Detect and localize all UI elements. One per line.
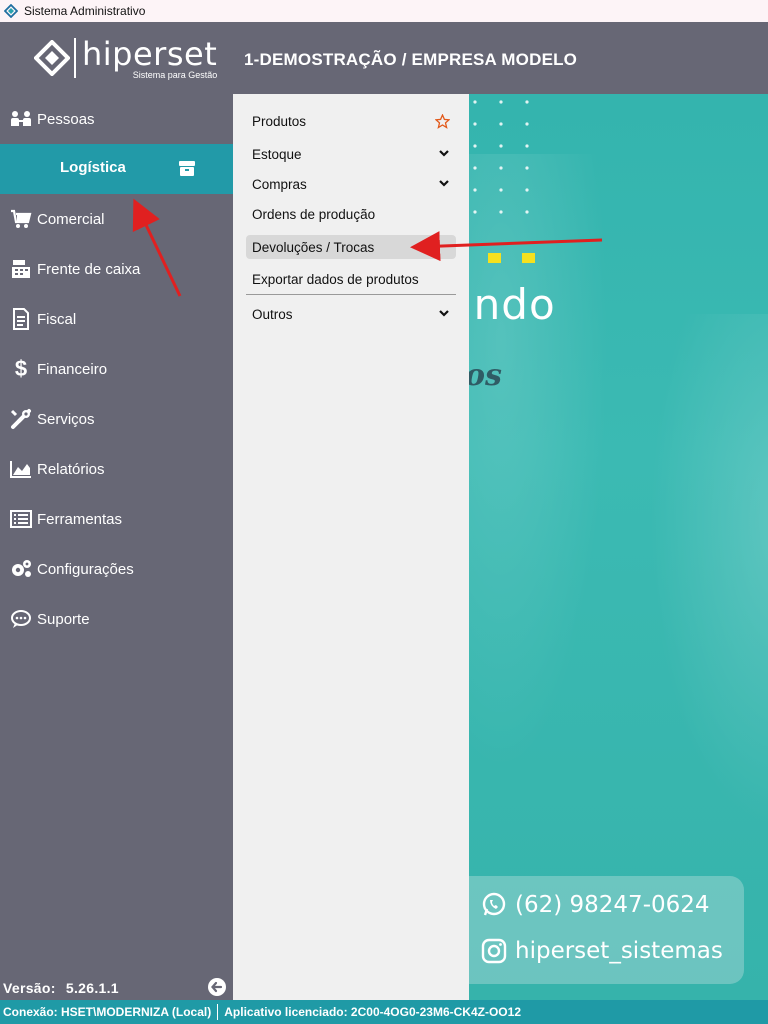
- sidebar-item-label: Financeiro: [37, 360, 108, 378]
- contact-instagram-text: hiperset_sistemas: [515, 938, 723, 964]
- tools-icon: [10, 408, 32, 430]
- logo-tagline: Sistema para Gestão: [132, 70, 218, 80]
- sidebar-item-label: Logística: [60, 159, 126, 176]
- sidebar-item-configuracoes[interactable]: Configurações: [0, 544, 233, 594]
- banner-dot-pattern: [473, 100, 529, 214]
- list-icon: [10, 508, 32, 530]
- app-logo-icon: [4, 4, 18, 18]
- company-name: 1-DEMOSTRAÇÃO / EMPRESA MODELO: [244, 50, 578, 69]
- logistica-submenu: Produtos Estoque Compras Ordens de produ…: [233, 94, 469, 1000]
- submenu-item-label: Exportar dados de produtos: [252, 271, 419, 287]
- window-title: Sistema Administrativo: [24, 4, 146, 18]
- contact-phone: (62) 98247-0624: [481, 892, 710, 918]
- chevron-down-icon: [439, 150, 449, 157]
- sidebar-item-label: Relatórios: [37, 460, 105, 478]
- sidebar-item-label: Serviços: [37, 410, 95, 428]
- chevron-down-icon: [439, 180, 449, 187]
- submenu-item-produtos[interactable]: Produtos: [246, 110, 456, 132]
- connection-status: Conexão: HSET\MODERNIZA (Local): [3, 1005, 212, 1019]
- people-icon: [10, 108, 32, 130]
- banner-accent-dot: [488, 253, 501, 263]
- sidebar-item-relatorios[interactable]: Relatórios: [0, 444, 233, 494]
- contact-card: (62) 98247-0624 hiperset_sistemas: [469, 876, 744, 984]
- submenu-item-devolucoes-trocas[interactable]: Devoluções / Trocas: [246, 235, 456, 259]
- app-header: hiperset Sistema para Gestão 1-DEMOSTRAÇ…: [0, 22, 768, 94]
- banner-photo-person: [469, 154, 609, 774]
- sidebar-item-logistica[interactable]: Logística: [0, 144, 233, 194]
- sidebar-item-servicos[interactable]: Serviços: [0, 394, 233, 444]
- submenu-item-estoque[interactable]: Estoque: [246, 143, 456, 165]
- logo-diamond-icon: [34, 40, 70, 76]
- submenu-item-label: Devoluções / Trocas: [252, 239, 375, 255]
- contact-instagram: hiperset_sistemas: [481, 938, 723, 964]
- sidebar-item-ferramentas[interactable]: Ferramentas: [0, 494, 233, 544]
- sidebar-item-comercial[interactable]: Comercial: [0, 194, 233, 244]
- sidebar-item-frente-de-caixa[interactable]: Frente de caixa: [0, 244, 233, 294]
- submenu-item-label: Outros: [252, 306, 293, 322]
- banner-headline: indo: [469, 280, 556, 329]
- cash-register-icon: [10, 258, 32, 280]
- sidebar-item-label: Comercial: [37, 210, 105, 228]
- sidebar-item-label: Ferramentas: [37, 510, 123, 528]
- logo-name: hiperset: [82, 35, 218, 73]
- whatsapp-icon: [482, 892, 506, 916]
- sidebar-item-label: Frente de caixa: [37, 260, 141, 278]
- chat-icon: [10, 608, 32, 630]
- arrow-left-icon: [211, 981, 223, 993]
- submenu-item-exportar-dados[interactable]: Exportar dados de produtos: [246, 268, 456, 290]
- box-icon: [176, 157, 198, 179]
- hiperset-logo: hiperset Sistema para Gestão: [34, 38, 217, 80]
- submenu-item-label: Produtos: [252, 113, 307, 129]
- submenu-item-label: Ordens de produção: [252, 206, 376, 222]
- license-status: Aplicativo licenciado: 2C00-4OG0-23M6-CK…: [224, 1005, 521, 1019]
- collapse-sidebar-button[interactable]: [208, 978, 226, 996]
- version-value: 5.26.1.1: [65, 980, 119, 996]
- document-icon: [10, 308, 32, 330]
- submenu-item-label: Compras: [252, 176, 307, 192]
- version-label: Versão:: [3, 980, 56, 996]
- sidebar-item-label: Configurações: [37, 560, 134, 578]
- welcome-banner: indo os (62) 98247-0624 hiperset_sistema…: [469, 94, 768, 1000]
- sidebar-item-financeiro[interactable]: $ Financeiro: [0, 344, 233, 394]
- window-titlebar: Sistema Administrativo: [0, 0, 768, 22]
- sidebar-item-label: Suporte: [37, 610, 90, 628]
- sidebar: Pessoas Logística Comercial Frente de ca…: [0, 94, 233, 1000]
- sidebar-item-fiscal[interactable]: Fiscal: [0, 294, 233, 344]
- sidebar-item-pessoas[interactable]: Pessoas: [0, 94, 233, 144]
- submenu-item-label: Estoque: [252, 146, 302, 162]
- submenu-divider: [246, 294, 456, 295]
- banner-accent-dot: [522, 253, 535, 263]
- contact-phone-text: (62) 98247-0624: [515, 892, 710, 918]
- cart-icon: [10, 208, 32, 230]
- dollar-icon: $: [14, 356, 28, 381]
- submenu-item-outros[interactable]: Outros: [246, 303, 456, 325]
- submenu-item-ordens-de-producao[interactable]: Ordens de produção: [246, 203, 456, 225]
- star-icon[interactable]: [435, 114, 450, 129]
- submenu-item-compras[interactable]: Compras: [246, 173, 456, 195]
- version-info: Versão: 5.26.1.1: [3, 980, 119, 996]
- chart-icon: [10, 458, 32, 480]
- banner-photo-person: [649, 314, 768, 834]
- banner-script-text: os: [469, 358, 502, 393]
- chevron-down-icon: [439, 310, 449, 317]
- instagram-icon: [481, 938, 507, 964]
- sidebar-item-label: Pessoas: [37, 110, 95, 128]
- status-separator: [217, 1004, 219, 1020]
- logo-separator: [74, 38, 76, 78]
- sidebar-item-label: Fiscal: [37, 310, 77, 328]
- gears-icon: [10, 558, 32, 580]
- status-bar: Conexão: HSET\MODERNIZA (Local) Aplicati…: [0, 1000, 768, 1024]
- sidebar-item-suporte[interactable]: Suporte: [0, 594, 233, 644]
